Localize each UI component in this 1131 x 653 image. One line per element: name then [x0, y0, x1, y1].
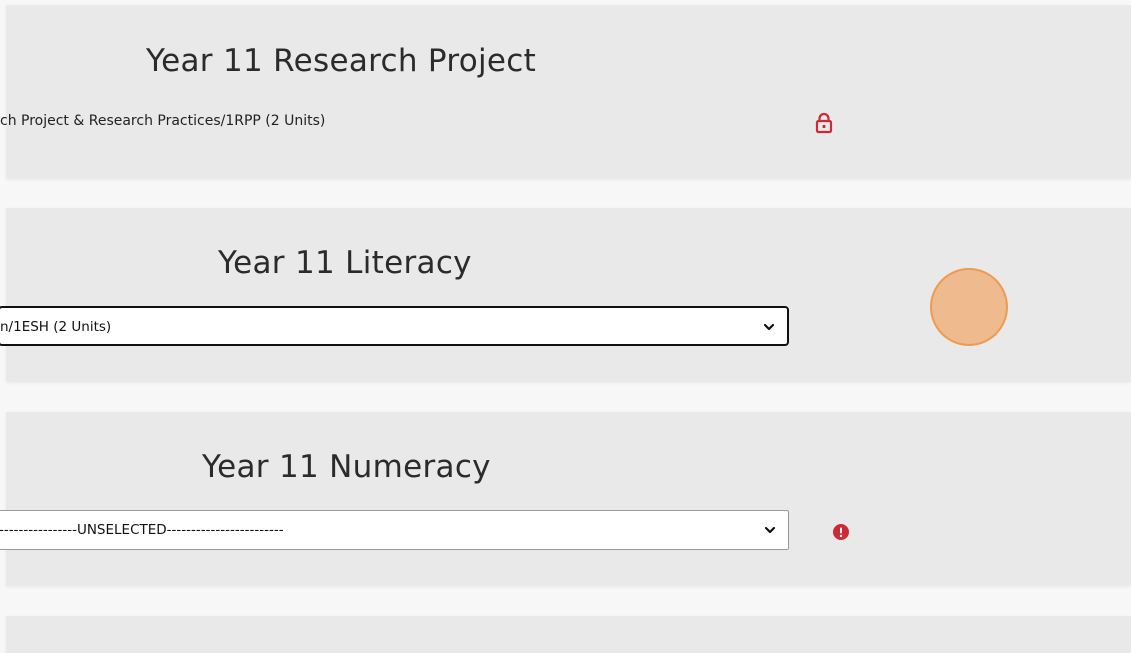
numeracy-select-value: ----------------UNSELECTED--------------… [0, 522, 284, 538]
literacy-select-value: n/1ESH (2 Units) [0, 319, 112, 335]
research-project-subject: ch Project & Research Practices/1RPP (2 … [0, 113, 326, 129]
literacy-card: Year 11 Literacy n/1ESH (2 Units) [0, 208, 1131, 382]
numeracy-title: Year 11 Numeracy [202, 449, 491, 485]
research-project-card: Year 11 Research Project ch Project & Re… [0, 5, 1131, 179]
chevron-down-icon [763, 321, 775, 333]
page: Year 11 Research Project ch Project & Re… [0, 0, 1131, 653]
literacy-select[interactable]: n/1ESH (2 Units) [0, 306, 789, 346]
chevron-down-icon [764, 524, 776, 536]
numeracy-select[interactable]: ----------------UNSELECTED--------------… [0, 510, 789, 550]
numeracy-card: Year 11 Numeracy ----------------UNSELEC… [0, 412, 1131, 586]
lock-icon [815, 112, 833, 134]
next-card [6, 616, 1131, 653]
research-project-title: Year 11 Research Project [146, 43, 537, 79]
literacy-title: Year 11 Literacy [218, 245, 472, 281]
alert-icon [833, 524, 849, 540]
